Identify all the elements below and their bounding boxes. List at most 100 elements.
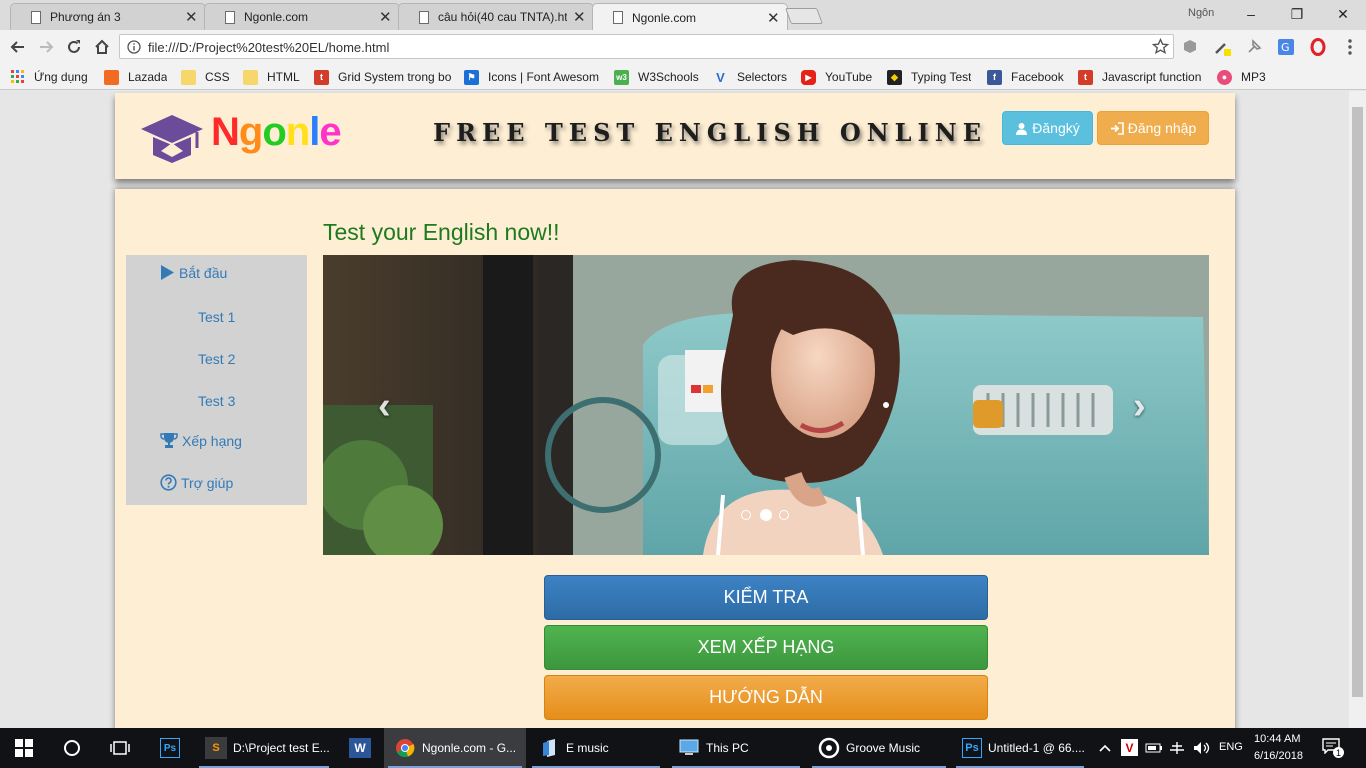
taskbar-app-explorer[interactable]: E music — [528, 728, 664, 768]
logo-letter: N — [211, 110, 240, 154]
taskbar-app-groove[interactable]: Groove Music — [808, 728, 950, 768]
browser-tab-active[interactable]: Ngonle.com ✕ — [592, 3, 788, 31]
graduation-cap-icon[interactable] — [139, 107, 205, 165]
v-tray-icon[interactable]: V — [1121, 739, 1138, 756]
browser-tab[interactable]: Phương án 3 ✕ — [10, 3, 206, 30]
cube-extension-icon[interactable] — [1181, 38, 1199, 56]
carousel-indicator-active[interactable] — [760, 509, 772, 521]
bookmark-grid-system[interactable]: t Grid System trong bo — [314, 69, 454, 85]
action-center-button[interactable]: 1 — [1322, 738, 1344, 758]
bookmark-label: YouTube — [825, 70, 873, 84]
bookmark-youtube[interactable]: ▶ YouTube — [801, 69, 872, 85]
menu-dots-icon[interactable] — [1341, 38, 1359, 56]
flag-icon: ⚑ — [464, 69, 479, 85]
back-button[interactable] — [5, 34, 31, 60]
menu-item-test-2[interactable]: Test 2 — [198, 351, 235, 367]
bookmark-javascript-function[interactable]: t Javascript function — [1078, 69, 1201, 85]
language-indicator[interactable]: ENG — [1219, 741, 1243, 753]
close-window-button[interactable]: ✕ — [1320, 3, 1366, 25]
document-icon — [31, 10, 41, 24]
task-label: Untitled-1 @ 66.... — [988, 741, 1085, 755]
maximize-button[interactable]: ❐ — [1274, 3, 1320, 25]
volume-icon[interactable] — [1192, 740, 1210, 756]
close-tab-icon[interactable]: ✕ — [573, 8, 586, 26]
register-button[interactable]: Đăngký — [1002, 111, 1093, 145]
task-view-button[interactable] — [108, 736, 132, 760]
close-tab-icon[interactable]: ✕ — [185, 8, 198, 26]
bookmark-typing-test[interactable]: ◆ Typing Test — [887, 69, 971, 85]
forward-button[interactable] — [33, 34, 59, 60]
new-tab-button[interactable] — [785, 8, 823, 24]
taskbar-app-chrome[interactable]: Ngonle.com - G... — [384, 728, 526, 768]
groove-icon — [818, 737, 840, 759]
view-ranking-button[interactable]: XEM XẾP HẠNG — [544, 625, 988, 670]
bookmark-html[interactable]: HTML — [243, 69, 300, 85]
notification-badge: 1 — [1333, 747, 1344, 758]
bookmark-font-awesome[interactable]: ⚑ Icons | Font Awesom — [464, 69, 600, 85]
close-tab-icon[interactable]: ✕ — [379, 8, 392, 26]
menu-item-help[interactable]: Trợ giúp — [160, 474, 233, 491]
bookmark-w3schools[interactable]: w3 W3Schools — [614, 69, 699, 85]
svg-text:G: G — [1281, 41, 1290, 54]
bookmark-mp3[interactable]: ● MP3 — [1217, 69, 1266, 85]
site-logo[interactable]: Ngonle — [211, 110, 342, 154]
carousel-indicator[interactable] — [741, 510, 751, 520]
reload-button[interactable] — [61, 34, 87, 60]
bookmark-label: Facebook — [1011, 70, 1064, 84]
opera-extension-icon[interactable] — [1309, 38, 1327, 56]
battery-icon[interactable] — [1145, 740, 1163, 756]
register-label: Đăngký — [1032, 120, 1080, 136]
address-bar[interactable]: file:///D:/Project%20test%20EL/home.html — [119, 34, 1174, 59]
bookmark-lazada[interactable]: Lazada — [104, 69, 167, 85]
minimize-button[interactable]: – — [1228, 3, 1274, 25]
bookmark-label: MP3 — [1241, 70, 1266, 84]
sign-in-icon — [1110, 121, 1124, 135]
word-pinned[interactable]: W — [348, 736, 372, 760]
bookmark-selectors[interactable]: V Selectors — [713, 69, 787, 85]
menu-item-test-1[interactable]: Test 1 — [198, 309, 235, 325]
carousel-indicator[interactable] — [779, 510, 789, 520]
start-test-button[interactable]: KIỂM TRA — [544, 575, 988, 620]
apps-grid-icon — [10, 70, 25, 85]
photoshop-pinned[interactable]: Ps — [158, 736, 182, 760]
bookmark-apps[interactable]: Ứng dụng — [10, 69, 88, 85]
home-button[interactable] — [89, 34, 115, 60]
clock-time[interactable]: 10:44 AM — [1254, 733, 1300, 745]
scrollbar-thumb[interactable] — [1352, 107, 1363, 697]
profile-name[interactable]: Ngôn — [1188, 7, 1214, 19]
t-icon: t — [314, 69, 329, 85]
menu-item-ranking[interactable]: Xếp hạng — [160, 432, 242, 449]
eyedropper-extension-icon[interactable] — [1213, 38, 1231, 56]
clock-date[interactable]: 6/16/2018 — [1254, 750, 1303, 762]
taskbar-app-photoshop[interactable]: Ps Untitled-1 @ 66.... — [952, 728, 1088, 768]
carousel-prev-button[interactable]: ‹ — [378, 385, 391, 428]
translate-extension-icon[interactable]: G — [1277, 38, 1295, 56]
guide-button[interactable]: HƯỚNG DẪN — [544, 675, 988, 720]
w3-icon: w3 — [614, 69, 629, 85]
bookmark-label: Grid System trong bo — [338, 70, 452, 84]
bookmark-star-icon[interactable] — [1152, 38, 1169, 55]
browser-tab[interactable]: Ngonle.com ✕ — [204, 3, 400, 30]
image-carousel[interactable]: ‹ › — [323, 255, 1209, 555]
chevron-up-icon[interactable] — [1098, 742, 1112, 754]
bookmark-css[interactable]: CSS — [181, 69, 230, 85]
menu-label: Xếp hạng — [182, 432, 242, 449]
menu-item-test-3[interactable]: Test 3 — [198, 393, 235, 409]
taskbar-app-sublime[interactable]: S D:\Project test E... — [195, 728, 333, 768]
bookmark-facebook[interactable]: f Facebook — [987, 69, 1064, 85]
user-icon — [1016, 122, 1028, 135]
bookmark-label: Lazada — [128, 70, 168, 84]
taskbar-app-this-pc[interactable]: This PC — [668, 728, 804, 768]
carousel-next-button[interactable]: › — [1133, 385, 1146, 428]
close-tab-icon[interactable]: ✕ — [767, 9, 780, 27]
vertical-scrollbar[interactable] — [1349, 91, 1366, 728]
pin-extension-icon[interactable] — [1245, 38, 1263, 56]
menu-item-start[interactable]: Bắt đầu — [160, 264, 227, 281]
network-icon[interactable] — [1168, 740, 1186, 756]
start-button[interactable] — [12, 736, 36, 760]
browser-tab[interactable]: câu hỏi(40 cau TNTA).htm ✕ — [398, 3, 594, 30]
youtube-icon: ▶ — [801, 69, 816, 85]
windows-logo-icon — [15, 739, 33, 757]
login-button[interactable]: Đăng nhập — [1097, 111, 1209, 145]
search-button[interactable] — [60, 736, 84, 760]
